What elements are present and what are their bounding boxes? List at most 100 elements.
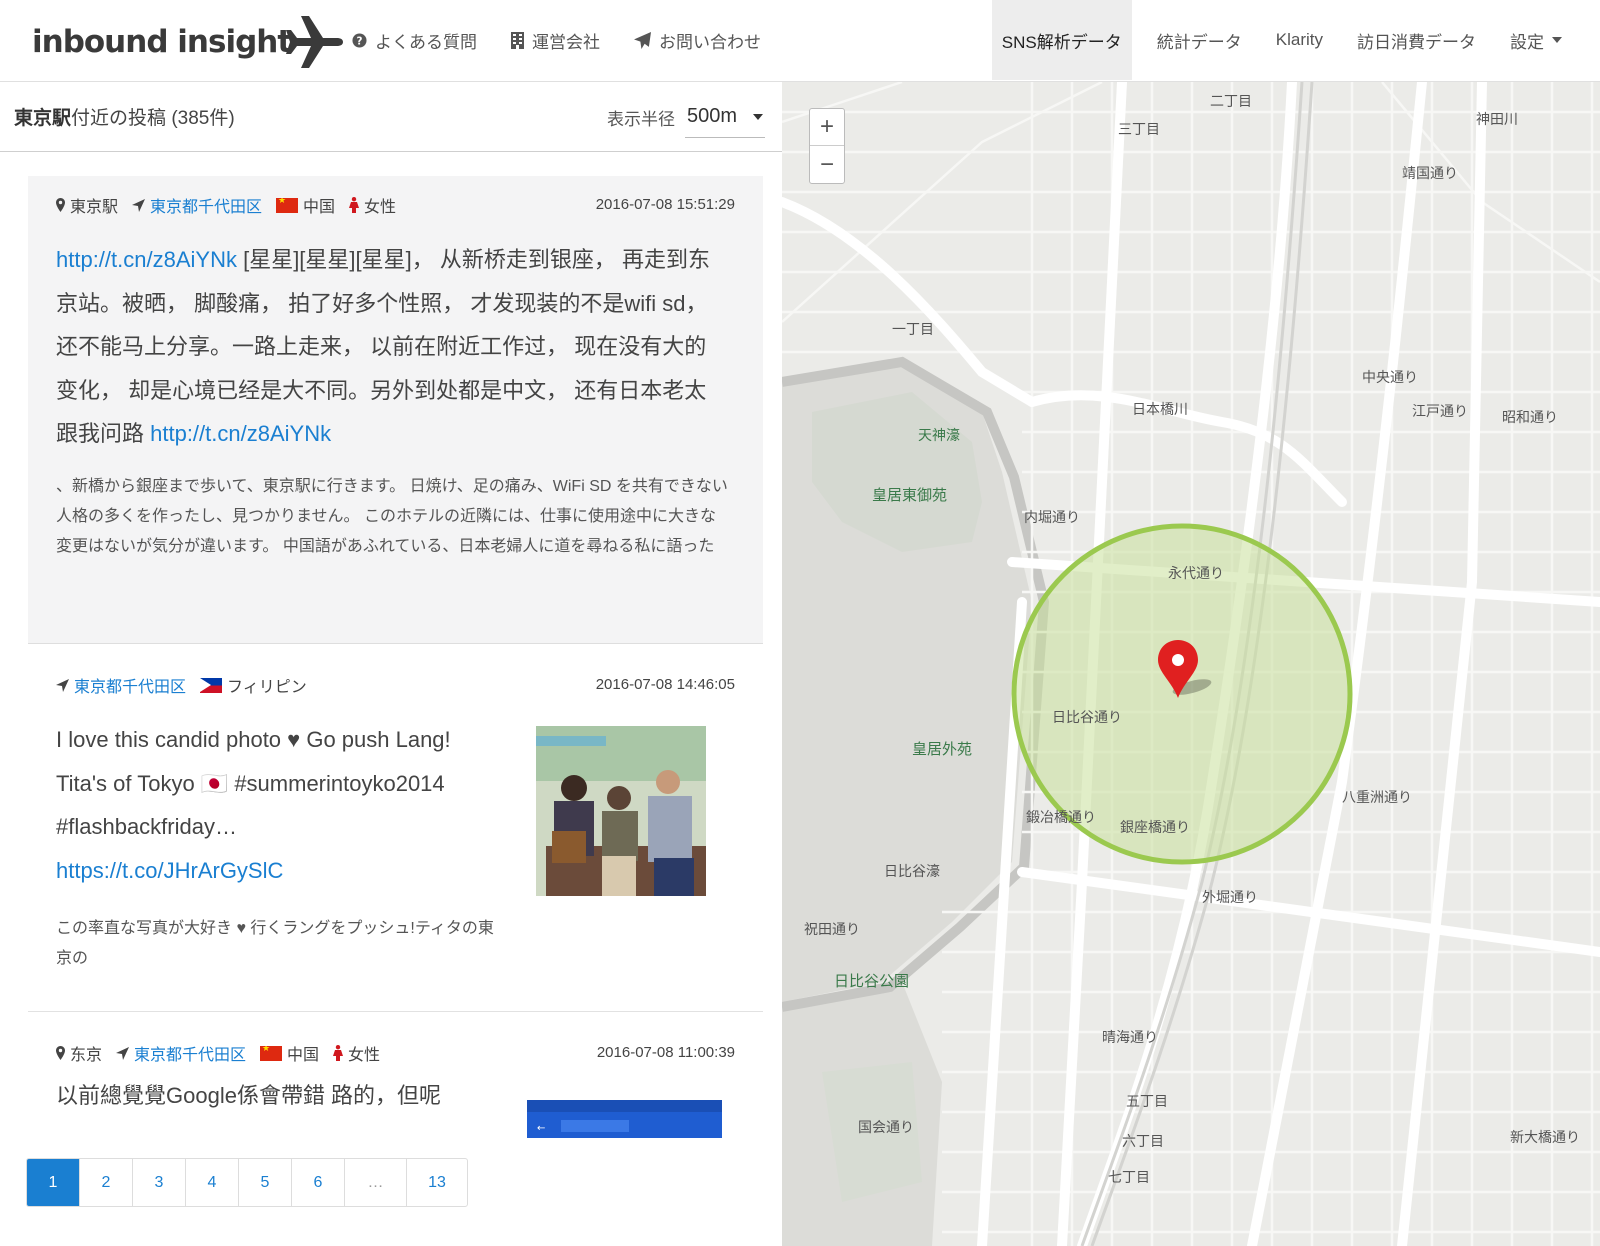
post-country: フィリピン xyxy=(200,673,307,697)
logo[interactable]: inbound insight xyxy=(32,14,347,70)
svg-text:←: ← xyxy=(537,1123,545,1134)
map-label-text: 国会通り xyxy=(858,1120,914,1136)
map-label-text: 外堀通り xyxy=(1202,890,1258,906)
nav-klarity-label: Klarity xyxy=(1275,30,1323,49)
post-date: 2016-07-08 15:51:29 xyxy=(595,196,735,213)
nav-left: ? よくある質問 運営会社 お問い合わせ xyxy=(352,0,761,80)
map-label-text: 神田川 xyxy=(1476,112,1518,128)
post-country: 中国 xyxy=(276,193,335,217)
nav-statistics[interactable]: 統計データ xyxy=(1140,0,1259,80)
paper-plane-icon xyxy=(634,31,651,49)
map-label-text: 日比谷通り xyxy=(1052,710,1122,726)
post-link[interactable]: http://t.cn/z8AiYNk xyxy=(56,247,237,272)
location-arrow-icon xyxy=(56,678,69,692)
nav-consumption[interactable]: 訪日消費データ xyxy=(1340,0,1493,80)
page-6-button[interactable]: 6 xyxy=(292,1159,345,1206)
map-label-text: 日比谷公園 xyxy=(834,972,909,990)
nav-company[interactable]: 運営会社 xyxy=(511,28,600,53)
post-meta: 东京 東京都千代田区 中国 女性 2016-07-08 11:00:39 xyxy=(56,1042,735,1064)
pagination: 1 2 3 4 5 6 … 13 xyxy=(26,1158,468,1207)
post-card[interactable]: 東京駅 東京都千代田区 中国 女性 2016-07-08 15:51:29 ht… xyxy=(28,176,763,644)
zoom-in-button[interactable]: + xyxy=(810,109,844,146)
page-5-button[interactable]: 5 xyxy=(239,1159,292,1206)
page-13-button[interactable]: 13 xyxy=(407,1159,467,1206)
post-area-link[interactable]: 東京都千代田区 xyxy=(134,1041,246,1065)
nav-klarity[interactable]: Klarity xyxy=(1259,0,1340,80)
page-2-button[interactable]: 2 xyxy=(80,1159,133,1206)
nav-contact[interactable]: お問い合わせ xyxy=(634,28,761,53)
post-photo[interactable] xyxy=(536,726,706,896)
nav-faq-label: よくある質問 xyxy=(375,32,477,52)
location-arrow-icon xyxy=(132,198,146,212)
map-label-text: 天神濠 xyxy=(918,427,960,444)
nav-faq[interactable]: ? よくある質問 xyxy=(352,28,477,53)
page-ellipsis: … xyxy=(345,1159,407,1206)
map-pin-icon xyxy=(56,198,65,212)
post-country: 中国 xyxy=(260,1041,319,1065)
question-circle-icon: ? xyxy=(352,32,367,48)
page-3-button[interactable]: 3 xyxy=(133,1159,186,1206)
location-arrow-icon xyxy=(116,1046,130,1060)
post-count: (385件) xyxy=(171,108,235,129)
post-gender: 女性 xyxy=(349,193,396,217)
map-canvas[interactable]: 皇居東御苑 天神濠 皇居外苑 日比谷濠 日比谷公園 日本橋川 神田川 二丁目 三… xyxy=(782,82,1600,1246)
post-text: 以前總覺覺Google係會帶錯 路的，但呢 xyxy=(56,1083,442,1108)
post-place-label: 东京 xyxy=(70,1047,103,1064)
post-gender-label: 女性 xyxy=(364,199,397,216)
map-label-text: 一丁目 xyxy=(892,322,934,338)
nav-contact-label: お問い合わせ xyxy=(659,32,761,52)
svg-text:?: ? xyxy=(357,35,363,47)
station-name: 東京駅 xyxy=(14,108,72,129)
post-gender: 女性 xyxy=(333,1041,380,1065)
post-area-link[interactable]: 東京都千代田区 xyxy=(74,673,186,697)
radius-label: 表示半径 xyxy=(607,109,675,129)
post-area[interactable]: 東京都千代田区 xyxy=(56,673,186,697)
post-photo[interactable]: ← xyxy=(527,1100,722,1138)
post-meta: 東京都千代田区 フィリピン 2016-07-08 14:46:05 xyxy=(56,674,735,696)
post-area-link[interactable]: 東京都千代田区 xyxy=(150,193,262,217)
post-area[interactable]: 東京都千代田区 xyxy=(132,193,262,217)
post-place: 东京 xyxy=(56,1041,102,1065)
map-label-text: 八重洲通り xyxy=(1342,790,1412,806)
post-area[interactable]: 東京都千代田区 xyxy=(116,1041,246,1065)
female-icon xyxy=(333,1045,344,1061)
map-label-text: 日本橋川 xyxy=(1132,402,1188,418)
post-text: [星星][星星][星星]， 从新桥走到银座， 再走到东京站。被晒， 脚酸痛， 拍… xyxy=(56,247,710,446)
map-label-text: 晴海通り xyxy=(1102,1030,1158,1046)
map-zoom-control: + − xyxy=(809,108,845,184)
map-label-text: 鍛冶橋通り xyxy=(1026,810,1096,826)
post-link[interactable]: https://t.co/JHrArGySlC xyxy=(56,858,283,883)
title-suffix: 付近の投稿 xyxy=(71,108,167,129)
nav-right: SNS解析データ 統計データ Klarity 訪日消費データ 設定 xyxy=(991,0,1600,80)
map-label-text: 昭和通り xyxy=(1502,410,1558,426)
post-list-title: 東京駅付近の投稿 (385件) xyxy=(14,103,235,130)
post-body: http://t.cn/z8AiYNk [星星][星星][星星]， 从新桥走到银… xyxy=(56,238,728,456)
philippines-flag-icon xyxy=(200,677,223,693)
post-text: I love this candid photo ♥ Go push Lang!… xyxy=(56,727,451,839)
nav-sns-data[interactable]: SNS解析データ xyxy=(991,0,1132,80)
nav-settings-dropdown[interactable]: 設定 xyxy=(1493,0,1600,80)
post-date: 2016-07-08 14:46:05 xyxy=(595,676,735,693)
post-country-label: フィリピン xyxy=(227,679,307,696)
page-4-button[interactable]: 4 xyxy=(186,1159,239,1206)
map-label-text: 七丁目 xyxy=(1108,1170,1150,1186)
map-label-text: 五丁目 xyxy=(1126,1094,1168,1110)
post-country-label: 中国 xyxy=(303,199,336,216)
logo-text: inbound insight xyxy=(32,24,292,60)
post-body: I love this candid photo ♥ Go push Lang!… xyxy=(56,718,496,892)
building-icon xyxy=(511,31,524,49)
post-link[interactable]: http://t.cn/z8AiYNk xyxy=(150,421,331,446)
map-label-text: 皇居東御苑 xyxy=(872,486,947,504)
post-gender-label: 女性 xyxy=(348,1047,381,1064)
post-place: 東京駅 xyxy=(56,193,118,217)
map-label-text: 永代通り xyxy=(1168,566,1224,582)
zoom-out-button[interactable]: − xyxy=(810,146,844,183)
radius-select[interactable]: 500m xyxy=(685,96,765,138)
airplane-icon xyxy=(286,16,344,68)
post-list-header: 東京駅付近の投稿 (385件) 表示半径 500m xyxy=(0,82,797,152)
map-view[interactable]: 皇居東御苑 天神濠 皇居外苑 日比谷濠 日比谷公園 日本橋川 神田川 二丁目 三… xyxy=(782,82,1600,1246)
nav-sns-data-label: SNS解析データ xyxy=(1001,32,1122,52)
map-label-text: 靖国通り xyxy=(1402,166,1458,182)
page-1-button[interactable]: 1 xyxy=(27,1159,80,1206)
caret-down-icon xyxy=(1552,37,1562,43)
